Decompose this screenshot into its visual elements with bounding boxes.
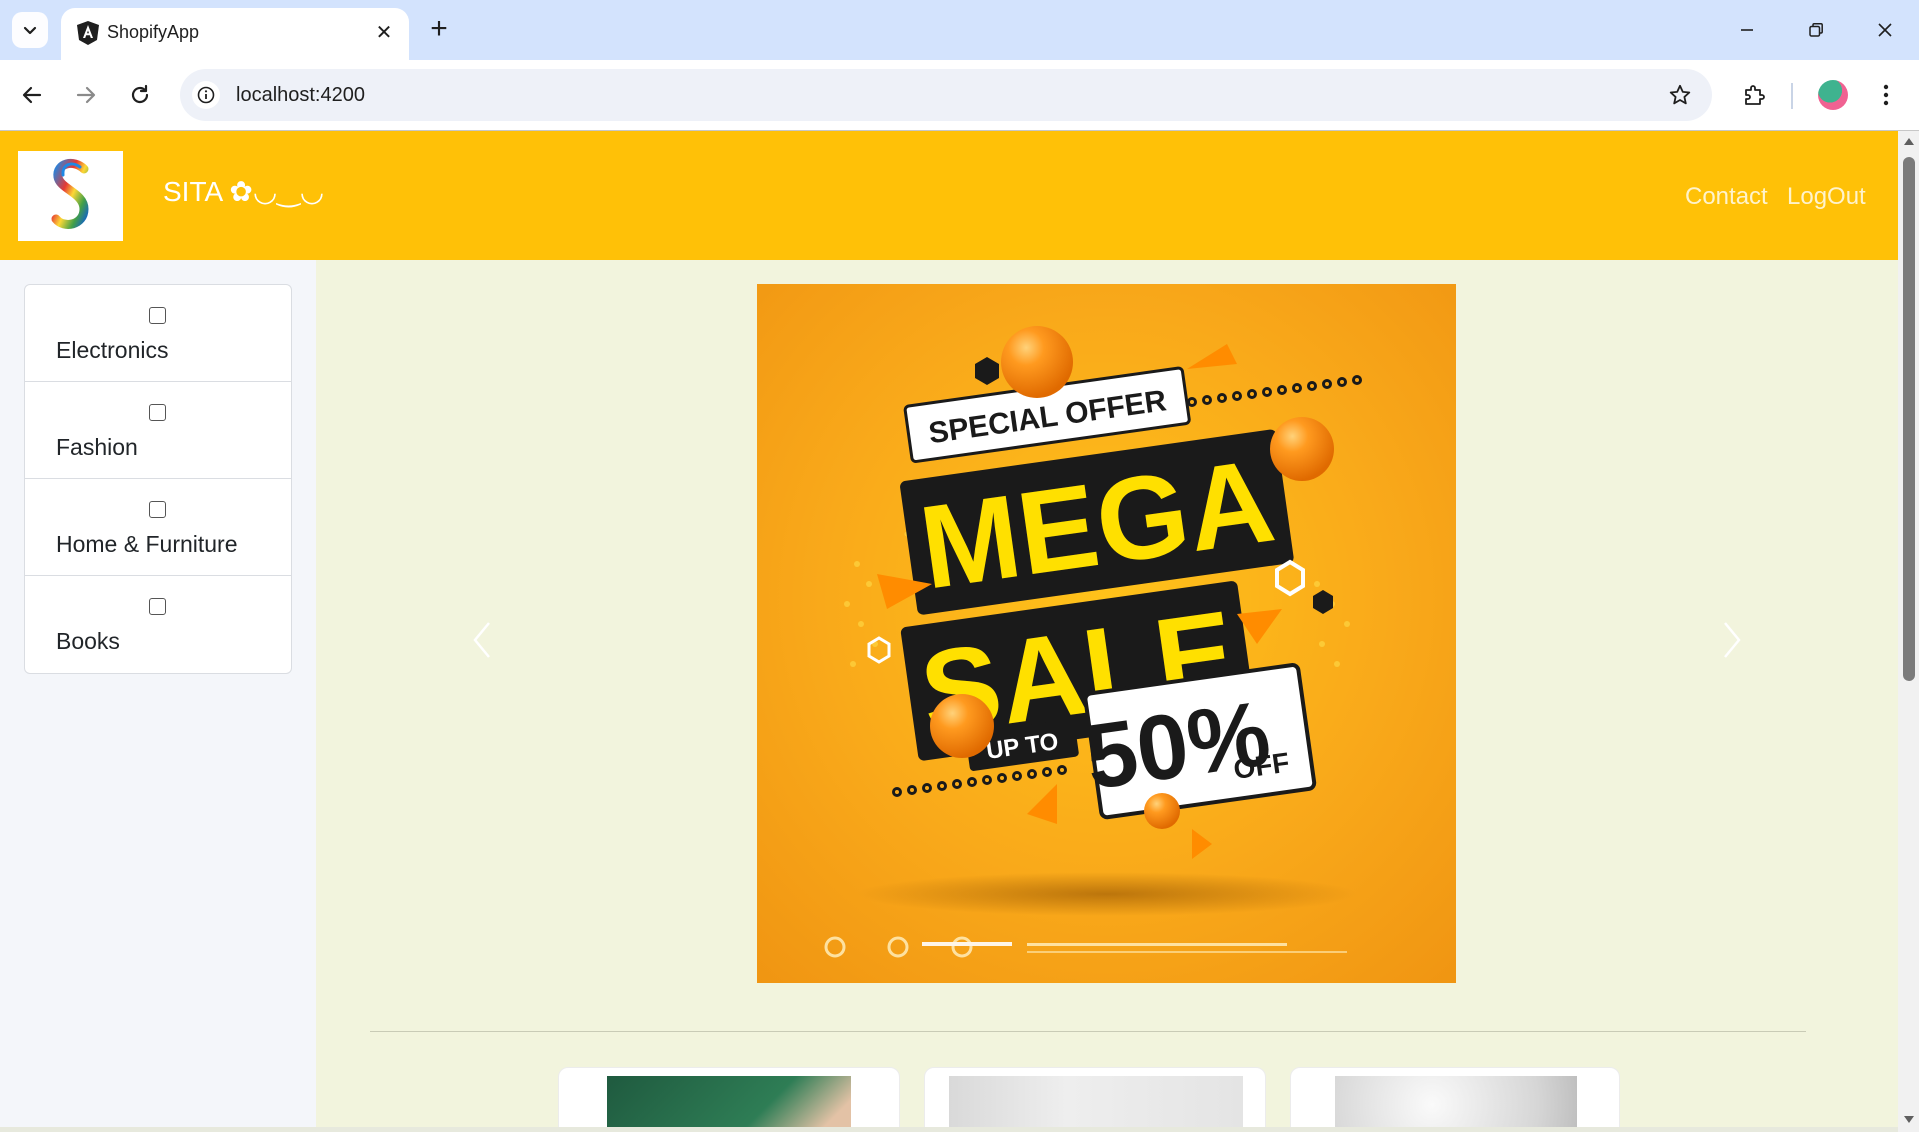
category-sidebar: Electronics Fashion Home & Furniture Boo… — [0, 260, 316, 1132]
product-image — [607, 1076, 851, 1132]
profile-avatar[interactable] — [1818, 80, 1848, 110]
extensions-button[interactable] — [1736, 77, 1772, 113]
angular-icon — [77, 21, 99, 45]
minimize-icon — [1741, 29, 1753, 31]
browser-tab-active[interactable]: ShopifyApp ✕ — [61, 8, 409, 60]
tab-search-button[interactable] — [12, 12, 48, 48]
bookmark-star-icon[interactable] — [1666, 81, 1694, 109]
back-button[interactable] — [14, 77, 50, 113]
puzzle-icon — [1745, 85, 1765, 105]
product-card[interactable] — [924, 1067, 1266, 1132]
category-checkbox[interactable] — [149, 404, 166, 421]
close-tab-icon[interactable]: ✕ — [371, 19, 397, 45]
main-content: SPECIAL OFFER MEGA SALE UP TO 50% OFF — [316, 260, 1898, 1132]
reload-button[interactable] — [122, 77, 158, 113]
category-item-fashion[interactable]: Fashion — [25, 382, 291, 479]
browser-toolbar: localhost:4200 — [0, 60, 1919, 130]
s-logo-icon — [51, 158, 89, 229]
category-item-home-furniture[interactable]: Home & Furniture — [25, 479, 291, 576]
category-checkbox[interactable] — [149, 598, 166, 615]
page-scrollbar[interactable] — [1898, 131, 1919, 1132]
reload-icon — [131, 84, 149, 104]
scroll-up-icon[interactable] — [1903, 135, 1915, 147]
chevron-left-icon — [473, 622, 490, 658]
close-window-button[interactable] — [1862, 12, 1908, 48]
contact-link[interactable]: Contact — [1685, 183, 1768, 211]
more-vertical-icon — [1883, 84, 1889, 106]
site-logo[interactable] — [18, 151, 123, 241]
product-image — [949, 1076, 1243, 1132]
scroll-down-icon[interactable] — [1903, 1114, 1915, 1126]
product-image — [1335, 1076, 1577, 1132]
section-divider — [370, 1031, 1806, 1032]
product-card[interactable] — [1290, 1067, 1620, 1132]
category-list: Electronics Fashion Home & Furniture Boo… — [24, 284, 292, 674]
brand-name: SITA ✿◡‿◡ — [163, 176, 325, 207]
minimize-button[interactable] — [1724, 12, 1770, 48]
carousel-banner-image[interactable]: SPECIAL OFFER MEGA SALE UP TO 50% OFF — [757, 284, 1456, 983]
app-header: SITA ✿◡‿◡ Contact LogOut — [0, 131, 1898, 260]
category-checkbox[interactable] — [149, 501, 166, 518]
chevron-down-icon — [23, 26, 37, 35]
site-info-icon[interactable] — [192, 81, 220, 109]
category-item-electronics[interactable]: Electronics — [25, 285, 291, 382]
category-label: Electronics — [56, 337, 169, 363]
category-label: Fashion — [56, 434, 138, 460]
restore-button[interactable] — [1793, 12, 1839, 48]
page-viewport: SITA ✿◡‿◡ Contact LogOut Electronics Fas… — [0, 131, 1898, 1132]
category-checkbox[interactable] — [149, 307, 166, 324]
product-card[interactable] — [558, 1067, 900, 1132]
restore-icon — [1809, 23, 1823, 37]
arrow-left-icon — [22, 86, 42, 104]
address-bar[interactable]: localhost:4200 — [180, 69, 1712, 121]
category-label: Books — [56, 628, 120, 654]
arrow-right-icon — [76, 86, 96, 104]
category-label: Home & Furniture — [56, 531, 238, 557]
category-item-books[interactable]: Books — [25, 576, 291, 673]
close-icon — [1878, 23, 1892, 37]
forward-button[interactable] — [68, 77, 104, 113]
scrollbar-thumb[interactable] — [1903, 157, 1915, 681]
new-tab-button[interactable]: + — [422, 12, 456, 46]
bottom-edge — [0, 1127, 1898, 1132]
logout-link[interactable]: LogOut — [1787, 183, 1866, 211]
browser-tab-strip: ShopifyApp ✕ + — [0, 0, 1919, 60]
tab-title: ShopifyApp — [107, 22, 200, 42]
chevron-right-icon — [1724, 622, 1741, 658]
carousel-prev-button[interactable] — [462, 610, 502, 670]
browser-menu-button[interactable] — [1868, 77, 1904, 113]
url-text[interactable]: localhost:4200 — [236, 84, 365, 107]
toolbar-divider — [1791, 83, 1793, 109]
carousel-next-button[interactable] — [1712, 610, 1752, 670]
